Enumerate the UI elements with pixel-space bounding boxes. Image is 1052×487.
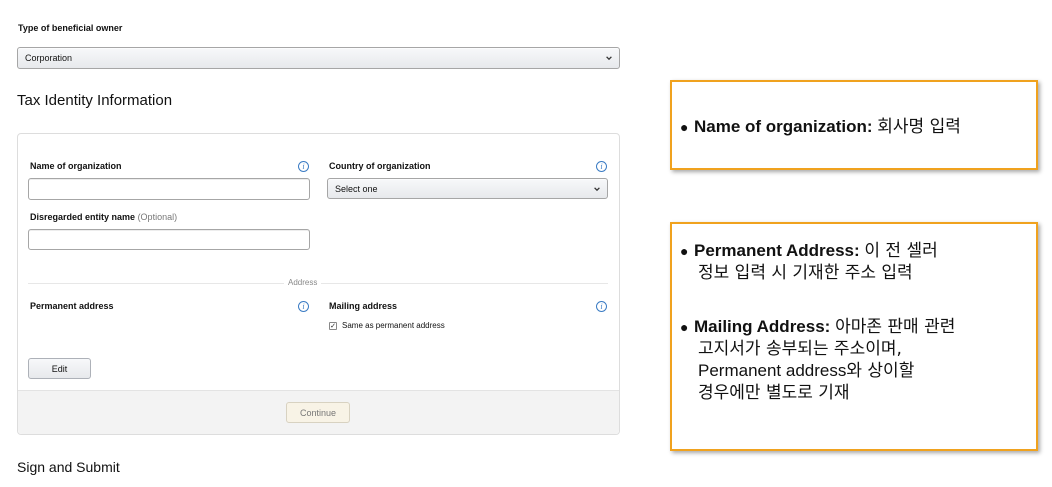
same-as-permanent-checkbox[interactable]: ✓: [329, 322, 337, 330]
tax-identity-title: Tax Identity Information: [17, 92, 173, 109]
mailing-desc-2: 고지서가 송부되는 주소이며,: [698, 339, 902, 359]
disregarded-entity-label-text: Disregarded entity name: [30, 212, 136, 222]
chevron-down-icon: [594, 186, 600, 191]
sign-and-submit-title: Sign and Submit: [17, 459, 120, 475]
country-selected: Select one: [335, 183, 378, 194]
permanent-term: Permanent Address:: [694, 241, 860, 260]
permanent-address-label: Permanent address: [30, 301, 114, 311]
note1-desc: 회사명 입력: [877, 117, 961, 137]
note1-line: ● Name of organization: 회사명 입력: [680, 116, 961, 138]
permanent-desc-1: 이 전 셀러: [864, 241, 938, 261]
mailing-term: Mailing Address:: [694, 317, 831, 336]
beneficial-owner-selected: Corporation: [25, 53, 73, 63]
mailing-desc-3-en: Permanent address: [698, 361, 847, 380]
optional-tag: (Optional): [137, 212, 178, 222]
chevron-down-icon: [606, 56, 612, 61]
address-divider-label: Address: [284, 278, 322, 287]
beneficial-owner-label: Type of beneficial owner: [18, 23, 123, 33]
mailing-desc-1: 아마존 판매 관련: [835, 317, 956, 337]
country-of-organization-select[interactable]: Select one: [327, 178, 608, 199]
disregarded-entity-input[interactable]: [28, 229, 310, 250]
note2-mailing-line1: ● Mailing Address: 아마존 판매 관련: [680, 316, 955, 338]
note2-permanent: ● Permanent Address: 이 전 셀러 정보 입력 시 기재한 주…: [680, 240, 938, 284]
note2-permanent-line1: ● Permanent Address: 이 전 셀러: [680, 240, 938, 262]
note1-term: Name of organization:: [694, 117, 873, 136]
country-of-organization-label: Country of organization: [329, 161, 431, 171]
info-icon[interactable]: i: [596, 161, 607, 172]
bullet-icon: ●: [680, 319, 689, 335]
info-icon[interactable]: i: [298, 301, 309, 312]
note2-mailing: ● Mailing Address: 아마존 판매 관련 고지서가 송부되는 주소…: [680, 316, 955, 404]
name-of-organization-label: Name of organization: [30, 161, 122, 171]
bullet-icon: ●: [680, 243, 689, 259]
permanent-desc-2: 정보 입력 시 기재한 주소 입력: [698, 263, 913, 283]
info-icon[interactable]: i: [596, 301, 607, 312]
edit-button[interactable]: Edit: [28, 358, 91, 379]
beneficial-owner-select[interactable]: Corporation: [17, 47, 620, 69]
disregarded-entity-label: Disregarded entity name (Optional): [30, 212, 177, 222]
bullet-icon: ●: [680, 119, 689, 135]
continue-button[interactable]: Continue: [286, 402, 350, 423]
mailing-desc-3: Permanent address와 상이할: [680, 360, 955, 382]
annotation-note-address: ● Permanent Address: 이 전 셀러 정보 입력 시 기재한 주…: [670, 222, 1038, 451]
mailing-desc-4: 경우에만 별도로 기재: [698, 383, 850, 403]
info-icon[interactable]: i: [298, 161, 309, 172]
mailing-address-label: Mailing address: [329, 301, 398, 311]
mailing-desc-3-kr: 와 상이할: [846, 361, 915, 381]
same-as-permanent-label: Same as permanent address: [342, 321, 445, 330]
annotation-note-organization: ● Name of organization: 회사명 입력: [670, 80, 1038, 170]
name-of-organization-input[interactable]: [28, 178, 310, 200]
